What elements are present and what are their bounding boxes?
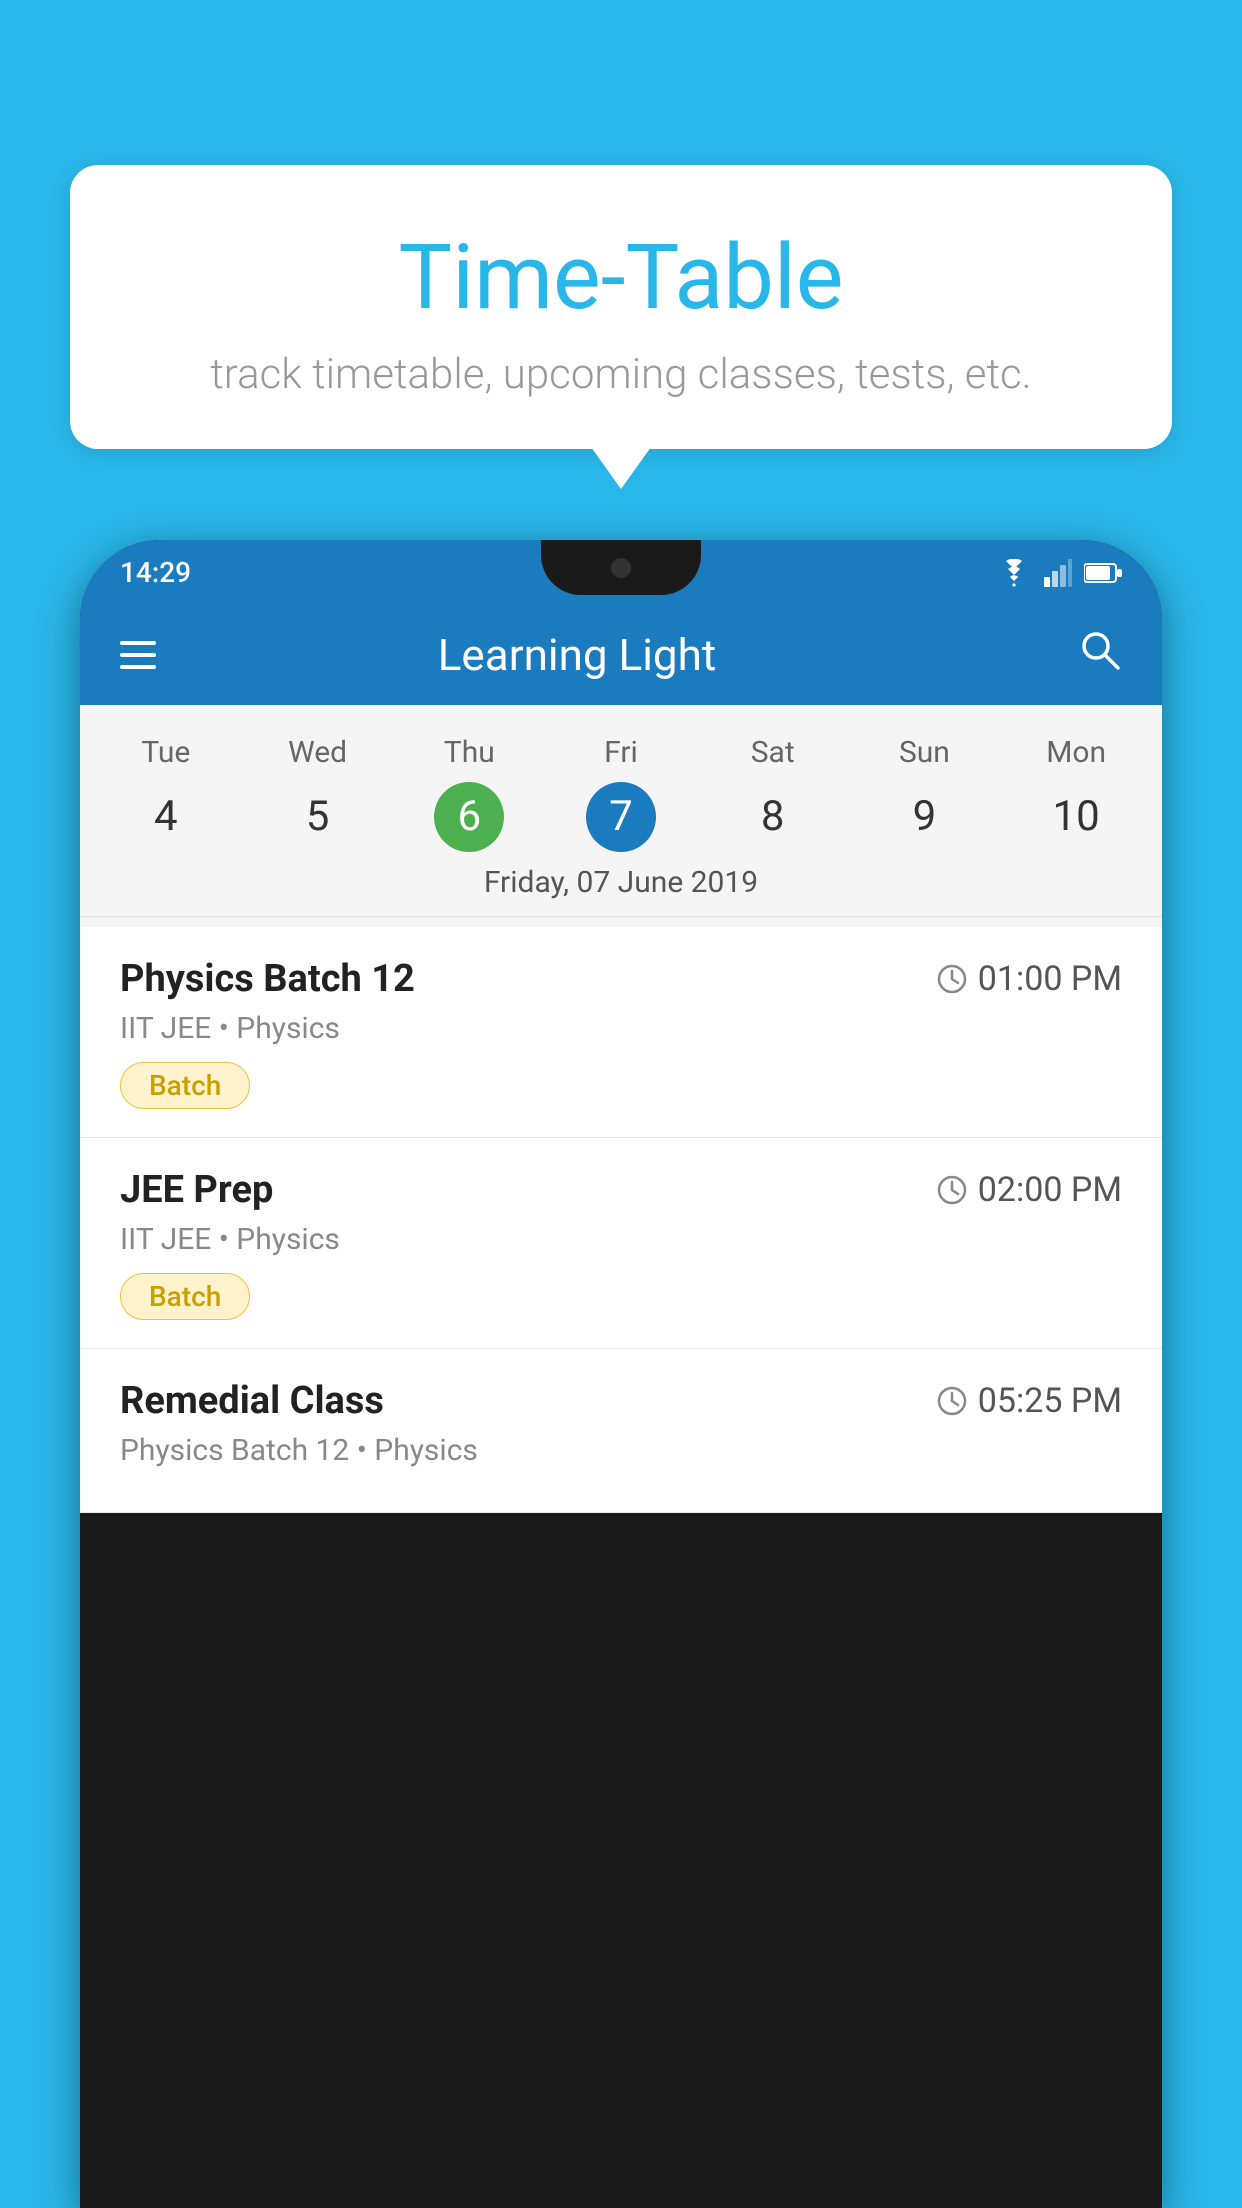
day-header-sat: Sat [697,725,849,780]
schedule-item-3-name: Remedial Class [120,1379,384,1423]
day-5[interactable]: 5 [242,780,394,853]
day-10[interactable]: 10 [1000,780,1152,853]
menu-button[interactable] [120,641,156,669]
day-8[interactable]: 8 [697,780,849,853]
schedule-item-2-row1: JEE Prep 02:00 PM [120,1168,1122,1212]
clock-icon-3 [936,1385,968,1417]
calendar-strip: Tue Wed Thu Fri Sat Sun Mon 4 5 6 7 8 9 … [80,705,1162,927]
schedule-item-1-name: Physics Batch 12 [120,957,415,1001]
schedule-item-3-subtitle: Physics Batch 12 • Physics [120,1433,1122,1468]
speech-bubble: Time-Table track timetable, upcoming cla… [70,165,1172,449]
app-bar-title: Learning Light [186,629,968,681]
status-time: 14:29 [120,556,191,589]
clock-icon-2 [936,1174,968,1206]
phone-frame: 14:29 [80,540,1162,2208]
day-6-today[interactable]: 6 [434,782,504,852]
search-button[interactable] [1078,628,1122,683]
schedule-item-3[interactable]: Remedial Class 05:25 PM Physics Batch 12… [80,1349,1162,1513]
app-subtitle: track timetable, upcoming classes, tests… [110,350,1132,399]
schedule-list: Physics Batch 12 01:00 PM IIT JEE • Phys… [80,927,1162,1513]
day-header-tue: Tue [90,725,242,780]
day-header-wed: Wed [242,725,394,780]
schedule-item-2-subtitle: IIT JEE • Physics [120,1222,1122,1257]
schedule-item-2-name: JEE Prep [120,1168,273,1212]
day-header-thu: Thu [393,725,545,780]
day-numbers: 4 5 6 7 8 9 10 [80,780,1162,853]
clock-icon-1 [936,963,968,995]
schedule-item-3-time: 05:25 PM [936,1381,1122,1421]
day-header-fri: Fri [545,725,697,780]
day-9[interactable]: 9 [849,780,1001,853]
schedule-item-1[interactable]: Physics Batch 12 01:00 PM IIT JEE • Phys… [80,927,1162,1138]
schedule-item-3-row1: Remedial Class 05:25 PM [120,1379,1122,1423]
wifi-icon [996,559,1032,587]
status-icons [996,559,1122,587]
day-7-selected[interactable]: 7 [586,782,656,852]
battery-icon [1084,562,1122,584]
schedule-item-1-time: 01:00 PM [936,959,1122,999]
app-bar: Learning Light [80,605,1162,705]
day-header-sun: Sun [849,725,1001,780]
status-bar: 14:29 [80,540,1162,605]
schedule-item-1-row1: Physics Batch 12 01:00 PM [120,957,1122,1001]
schedule-item-1-subtitle: IIT JEE • Physics [120,1011,1122,1046]
camera [611,558,631,578]
app-title: Time-Table [110,225,1132,330]
schedule-item-2-tag: Batch [120,1273,250,1320]
schedule-item-2[interactable]: JEE Prep 02:00 PM IIT JEE • Physics Batc… [80,1138,1162,1349]
phone-notch [541,540,701,595]
selected-date-label: Friday, 07 June 2019 [80,853,1162,917]
day-headers: Tue Wed Thu Fri Sat Sun Mon [80,725,1162,780]
signal-icon [1044,559,1072,587]
schedule-item-2-time: 02:00 PM [936,1170,1122,1210]
day-header-mon: Mon [1000,725,1152,780]
day-4[interactable]: 4 [90,780,242,853]
schedule-item-1-tag: Batch [120,1062,250,1109]
